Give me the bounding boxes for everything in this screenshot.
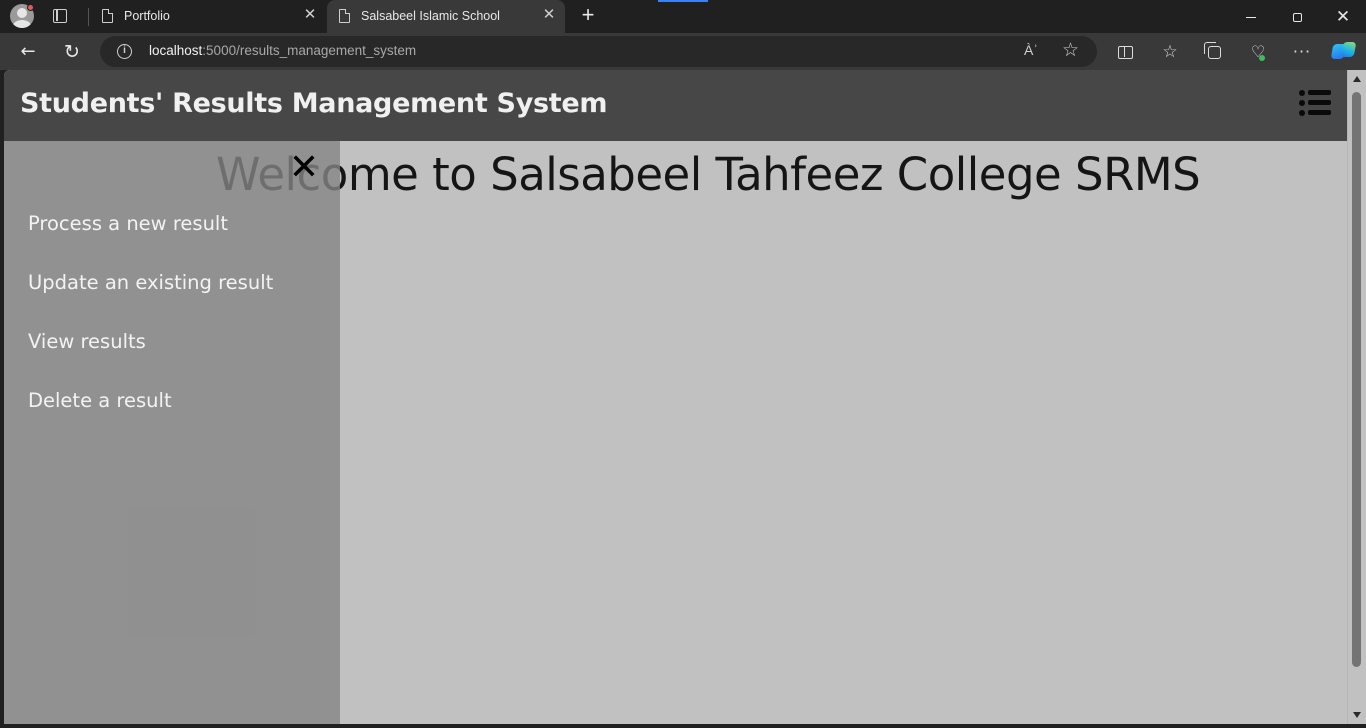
vertical-scrollbar[interactable]: [1347, 70, 1366, 724]
minimize-icon[interactable]: [1228, 0, 1274, 33]
sidenav-link-delete-result[interactable]: Delete a result: [28, 389, 172, 412]
close-icon[interactable]: ✕: [541, 7, 557, 23]
side-navigation: ✕ Process a new result Update an existin…: [4, 141, 340, 724]
scroll-down-arrow-icon[interactable]: [1353, 712, 1361, 718]
copilot-icon[interactable]: [1330, 40, 1357, 62]
reload-icon[interactable]: ↻: [58, 38, 86, 66]
sidenav-link-update-result[interactable]: Update an existing result: [28, 271, 273, 294]
status-dot: [1259, 55, 1265, 61]
page-viewport: Students' Results Management System Welc…: [4, 70, 1347, 724]
close-icon[interactable]: ✕: [302, 7, 318, 23]
page-icon: [102, 9, 113, 23]
tab-salsabeel[interactable]: Salsabeel Islamic School ✕: [327, 0, 565, 33]
url-host: localhost: [149, 43, 203, 58]
restore-icon[interactable]: [1274, 0, 1320, 33]
scroll-up-arrow-icon[interactable]: [1353, 76, 1361, 82]
browser-tab-strip: Portfolio ✕ Salsabeel Islamic School ✕ +…: [0, 0, 1366, 33]
arrow-left-icon[interactable]: ←: [14, 38, 42, 66]
heart-pulse-icon[interactable]: ♡: [1244, 38, 1272, 66]
favorites-icon[interactable]: ☆: [1156, 38, 1184, 66]
new-tab-button[interactable]: +: [576, 4, 600, 28]
collections-icon[interactable]: [1200, 38, 1228, 66]
tab-title: Portfolio: [124, 9, 170, 23]
tab-title: Salsabeel Islamic School: [361, 9, 500, 23]
window-close-icon[interactable]: ✕: [1320, 0, 1366, 33]
list-icon[interactable]: [1299, 90, 1331, 116]
scroll-thumb[interactable]: [1352, 92, 1361, 667]
welcome-heading: Welcome to Salsabeel Tahfeez College SRM…: [216, 148, 1201, 201]
read-aloud-icon[interactable]: Àʾ: [1024, 42, 1038, 58]
tab-separator: [88, 8, 89, 26]
page-title: Students' Results Management System: [20, 88, 608, 119]
url-path: :5000/results_management_system: [202, 43, 417, 58]
profile-notification-dot: [27, 4, 34, 11]
browser-toolbar: ← ↻ i localhost:5000/results_management_…: [0, 33, 1366, 70]
split-screen-icon[interactable]: [1111, 38, 1139, 66]
address-bar[interactable]: i localhost:5000/results_management_syst…: [100, 36, 1097, 67]
more-icon[interactable]: ···: [1288, 38, 1316, 66]
site-header: Students' Results Management System: [4, 70, 1347, 141]
page-icon: [339, 9, 350, 23]
window-bottom-edge: [0, 724, 1366, 728]
sidenav-link-view-results[interactable]: View results: [28, 330, 146, 353]
tab-portfolio[interactable]: Portfolio ✕: [90, 0, 326, 33]
tab-strip-accent: [658, 0, 708, 2]
sidenav-link-process-result[interactable]: Process a new result: [28, 212, 228, 235]
star-icon[interactable]: ☆: [1062, 39, 1079, 61]
close-icon[interactable]: ✕: [288, 150, 320, 186]
info-icon[interactable]: i: [117, 44, 132, 59]
tab-actions-icon[interactable]: [50, 6, 70, 26]
url-text[interactable]: localhost:5000/results_management_system: [149, 43, 416, 58]
